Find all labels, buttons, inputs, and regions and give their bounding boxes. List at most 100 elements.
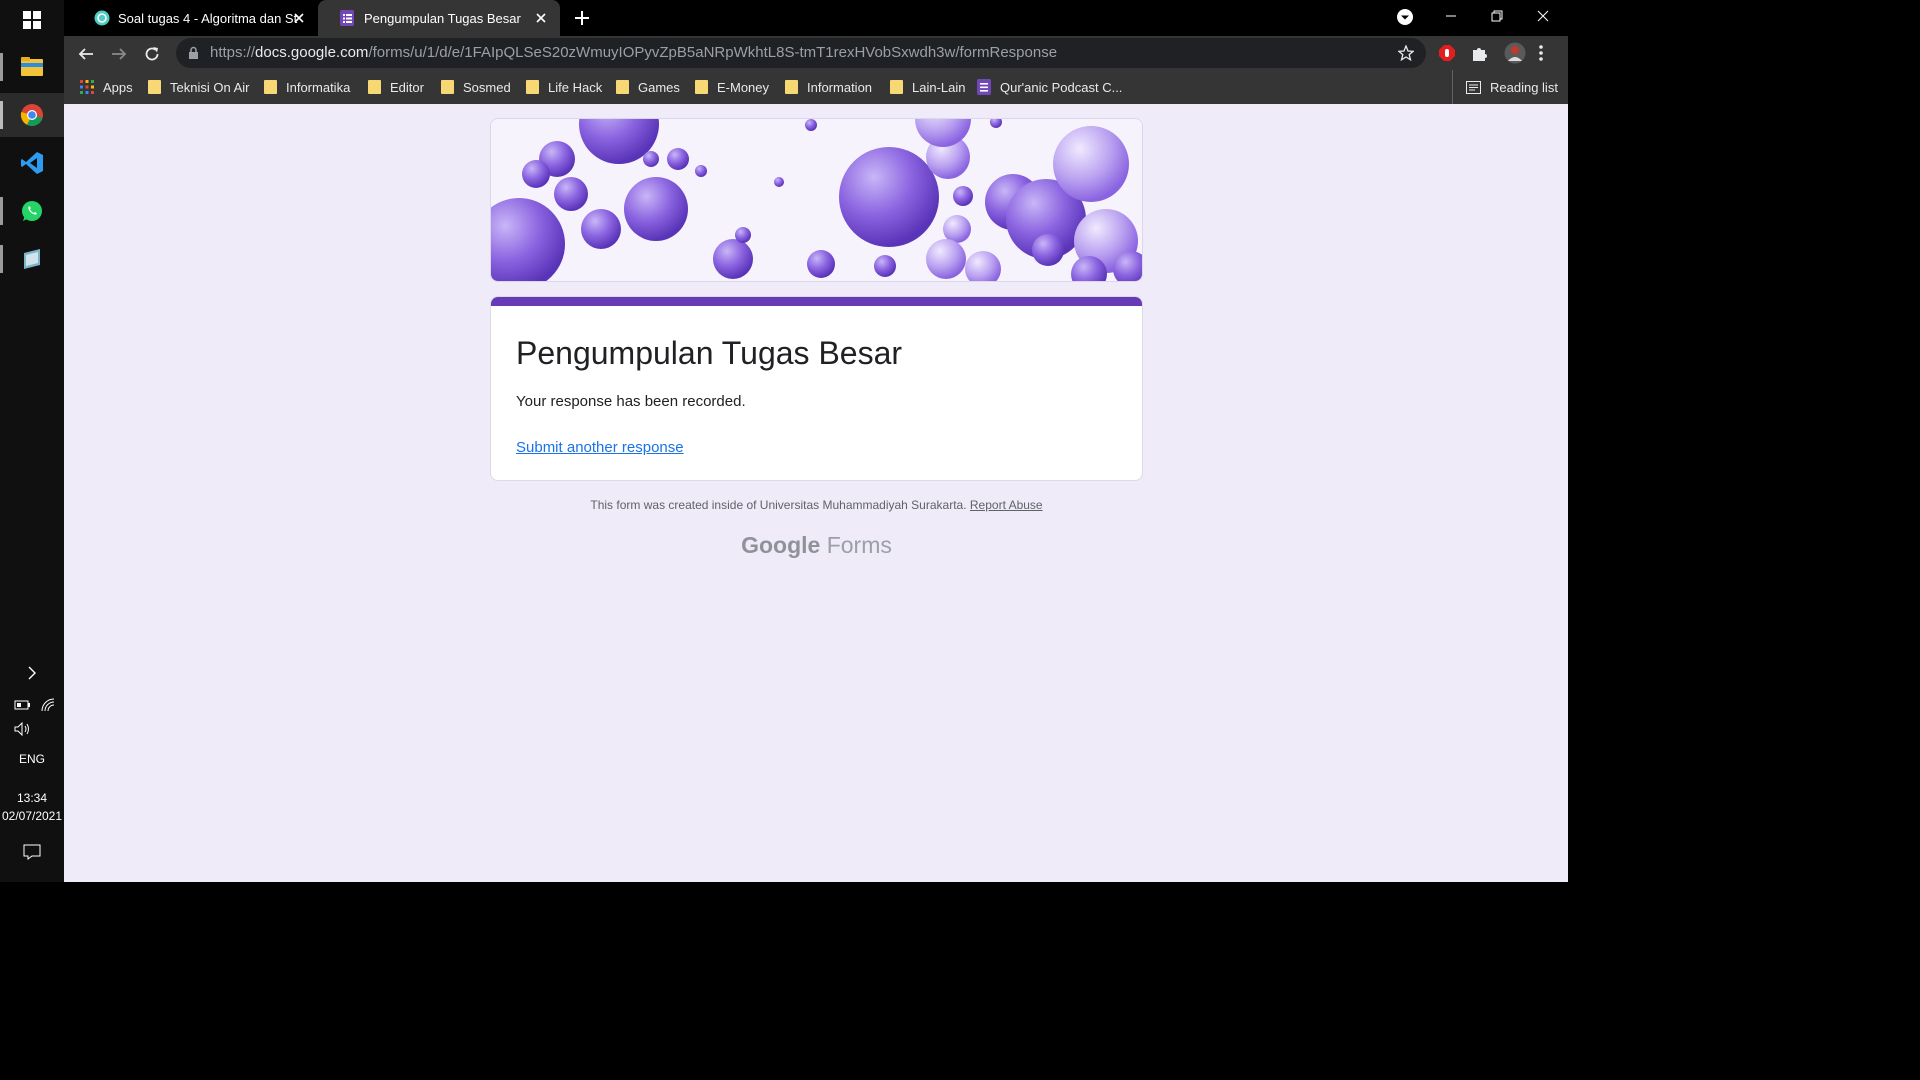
bookmark-label: Apps bbox=[103, 79, 133, 95]
submit-another-response-link[interactable]: Submit another response bbox=[516, 439, 684, 456]
footer-text: This form was created inside of Universi… bbox=[590, 498, 967, 512]
tab-strip: Soal tugas 4 - Algoritma dan Stru Pengum… bbox=[64, 0, 1568, 36]
google-forms-logo[interactable]: Google Forms bbox=[490, 532, 1143, 559]
kebab-menu-icon bbox=[1539, 45, 1543, 61]
lock-icon[interactable] bbox=[188, 46, 199, 60]
extensions-button[interactable] bbox=[1471, 44, 1489, 66]
page-content: Pengumpulan Tugas Besar Your response ha… bbox=[64, 104, 1568, 882]
folder-icon bbox=[890, 80, 903, 94]
url-host: docs.google.com bbox=[255, 44, 369, 61]
reading-list-button[interactable]: Reading list bbox=[1466, 70, 1558, 104]
restore-icon bbox=[1491, 10, 1503, 22]
tab-search-button[interactable] bbox=[1396, 8, 1414, 30]
apps-grid-icon bbox=[80, 80, 94, 94]
bookmark-label: Editor bbox=[390, 79, 424, 95]
bookmark-label: Sosmed bbox=[463, 79, 511, 95]
folder-icon bbox=[616, 80, 629, 94]
extension-adblock[interactable] bbox=[1438, 44, 1456, 66]
minimize-icon bbox=[1446, 15, 1456, 17]
confirmation-card: Pengumpulan Tugas Besar Your response ha… bbox=[490, 296, 1143, 481]
plus-icon bbox=[575, 11, 589, 25]
folder-explorer-icon bbox=[21, 57, 43, 76]
chrome-menu-button[interactable] bbox=[1538, 44, 1544, 66]
battery-icon[interactable] bbox=[14, 697, 32, 716]
brand-forms: Forms bbox=[826, 532, 892, 558]
bookmark-folder[interactable]: Informatika bbox=[264, 70, 350, 104]
bookmark-folder[interactable]: Information bbox=[785, 70, 872, 104]
form-title: Pengumpulan Tugas Besar bbox=[516, 335, 903, 371]
bookmark-label: Games bbox=[638, 79, 680, 95]
taskbar-chrome[interactable] bbox=[0, 93, 64, 137]
bookmark-label: Teknisi On Air bbox=[170, 79, 250, 95]
puzzle-icon bbox=[1473, 48, 1487, 61]
close-window-button[interactable] bbox=[1520, 0, 1566, 32]
taskbar-file-explorer[interactable] bbox=[0, 45, 64, 89]
tab-title: Soal tugas 4 - Algoritma dan Stru bbox=[118, 10, 298, 26]
adblock-icon bbox=[1439, 45, 1455, 61]
restore-button[interactable] bbox=[1474, 0, 1520, 32]
profile-avatar[interactable] bbox=[1504, 42, 1526, 68]
bookmark-label: Lain-Lain bbox=[912, 79, 966, 95]
url-text[interactable]: https://docs.google.com/forms/u/1/d/e/1F… bbox=[210, 44, 1057, 61]
minimize-button[interactable] bbox=[1428, 0, 1474, 32]
star-icon[interactable] bbox=[1398, 45, 1414, 61]
form-header-image bbox=[490, 118, 1143, 282]
bookmark-label: Informatika bbox=[286, 79, 351, 95]
folder-icon bbox=[695, 80, 708, 94]
notification-icon[interactable] bbox=[22, 843, 42, 865]
new-tab-button[interactable] bbox=[570, 6, 594, 30]
taskbar-vscode[interactable] bbox=[0, 141, 64, 185]
taskbar-app[interactable] bbox=[0, 237, 64, 281]
close-tab-icon[interactable] bbox=[290, 9, 308, 27]
taskbar-whatsapp[interactable] bbox=[0, 189, 64, 233]
url-path: /forms/u/1/d/e/1FAIpQLSeS20zWmuyIOPyvZpB… bbox=[368, 44, 1058, 61]
app-icon bbox=[24, 249, 40, 269]
reload-button[interactable] bbox=[138, 40, 166, 68]
bookmark-folder[interactable]: E-Money bbox=[695, 70, 769, 104]
vscode-icon bbox=[21, 152, 43, 174]
tab-soal-tugas[interactable]: Soal tugas 4 - Algoritma dan Stru bbox=[72, 0, 318, 36]
windows-logo-icon bbox=[23, 11, 41, 29]
chevron-right-icon bbox=[28, 666, 36, 680]
report-abuse-link[interactable]: Report Abuse bbox=[970, 498, 1043, 512]
bookmark-folder[interactable]: Sosmed bbox=[441, 70, 511, 104]
bookmark-apps[interactable]: Apps bbox=[80, 70, 133, 104]
close-tab-icon[interactable] bbox=[532, 9, 550, 27]
show-hidden-icons-button[interactable] bbox=[0, 658, 64, 688]
tab-pengumpulan[interactable]: Pengumpulan Tugas Besar bbox=[318, 0, 560, 36]
bookmark-label: E-Money bbox=[717, 79, 770, 95]
reload-icon bbox=[145, 47, 159, 61]
chrome-icon bbox=[20, 104, 43, 126]
network-icon[interactable] bbox=[40, 697, 56, 716]
avatar-icon bbox=[1504, 42, 1526, 64]
volume-icon[interactable] bbox=[14, 721, 32, 740]
url-scheme: https:// bbox=[210, 44, 256, 61]
bookmark-quranic-podcast[interactable]: Qur'anic Podcast C... bbox=[977, 70, 1122, 104]
forms-icon bbox=[340, 10, 354, 26]
bookmark-label: Life Hack bbox=[548, 79, 603, 95]
bookmark-folder[interactable]: Life Hack bbox=[526, 70, 602, 104]
folder-icon bbox=[264, 80, 277, 94]
language-indicator[interactable]: ENG bbox=[0, 752, 64, 766]
forward-button[interactable] bbox=[105, 40, 133, 68]
bookmark-folder[interactable]: Teknisi On Air bbox=[148, 70, 249, 104]
clock-time[interactable]: 13:34 bbox=[0, 791, 64, 805]
clock-date[interactable]: 02/07/2021 bbox=[0, 809, 64, 823]
bookmark-folder[interactable]: Lain-Lain bbox=[890, 70, 966, 104]
back-button[interactable] bbox=[72, 40, 100, 68]
whatsapp-icon bbox=[22, 201, 42, 221]
forward-arrow-icon bbox=[112, 48, 127, 60]
start-button[interactable] bbox=[0, 0, 64, 40]
back-arrow-icon bbox=[78, 48, 93, 60]
folder-icon bbox=[785, 80, 798, 94]
browser-window: Soal tugas 4 - Algoritma dan Stru Pengum… bbox=[64, 0, 1568, 882]
bookmark-folder[interactable]: Games bbox=[616, 70, 680, 104]
folder-icon bbox=[441, 80, 454, 94]
forms-icon bbox=[977, 79, 991, 95]
form-footer-note: This form was created inside of Universi… bbox=[490, 498, 1143, 512]
tab-title: Pengumpulan Tugas Besar bbox=[364, 10, 521, 26]
card-accent-bar bbox=[491, 297, 1142, 306]
folder-icon bbox=[368, 80, 381, 94]
address-bar[interactable]: https://docs.google.com/forms/u/1/d/e/1F… bbox=[176, 38, 1426, 68]
bookmark-folder[interactable]: Editor bbox=[368, 70, 424, 104]
